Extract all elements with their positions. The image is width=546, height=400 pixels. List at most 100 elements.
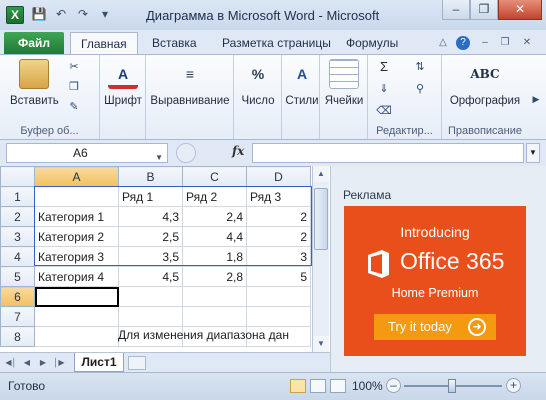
cell[interactable]: 3,5 xyxy=(118,246,183,267)
cell[interactable] xyxy=(34,326,119,347)
select-all-corner[interactable] xyxy=(0,166,35,187)
cell[interactable]: 4,5 xyxy=(118,266,183,287)
row-header[interactable]: 3 xyxy=(0,226,35,247)
expand-formula-icon[interactable]: ▼ xyxy=(526,143,540,163)
tab-formulas[interactable]: Формулы xyxy=(336,32,408,54)
minimize-ribbon-icon[interactable]: △ xyxy=(436,36,450,50)
find-icon[interactable]: ⚲ xyxy=(412,81,428,97)
row-header[interactable]: 8 xyxy=(0,326,35,347)
cell[interactable]: Категория 2 xyxy=(34,226,119,247)
help-icon[interactable]: ? xyxy=(456,36,470,50)
cell[interactable] xyxy=(182,286,247,307)
sort-filter-icon[interactable]: ⇅ xyxy=(412,59,428,75)
alignment-button[interactable]: ≡ Выравнивание xyxy=(150,59,230,107)
ribbon-scroll-right-icon[interactable]: ▶ xyxy=(528,91,544,107)
scroll-thumb[interactable] xyxy=(314,188,328,250)
try-it-today-button[interactable]: Try it today ➜ xyxy=(374,314,496,340)
row-header[interactable]: 5 xyxy=(0,266,35,287)
cell[interactable]: 2 xyxy=(246,206,311,227)
cell[interactable]: Ряд 3 xyxy=(246,186,311,207)
cell[interactable] xyxy=(246,286,311,307)
tab-home[interactable]: Главная xyxy=(70,32,138,54)
customize-icon[interactable]: ▾ xyxy=(96,5,114,23)
zoom-out-icon[interactable]: – xyxy=(386,378,401,393)
cell[interactable]: 5 xyxy=(246,266,311,287)
page-layout-view-icon[interactable] xyxy=(310,379,326,393)
vertical-scrollbar[interactable]: ▲ ▼ xyxy=(312,166,329,352)
column-header[interactable]: C xyxy=(182,166,247,187)
row-header[interactable]: 1 xyxy=(0,186,35,207)
cell[interactable]: Ряд 1 xyxy=(118,186,183,207)
zoom-level[interactable]: 100% xyxy=(352,379,383,393)
cells-button[interactable]: Ячейки xyxy=(324,59,364,107)
cell[interactable]: Категория 1 xyxy=(34,206,119,227)
undo-icon[interactable]: ↶ xyxy=(52,5,70,23)
tab-file[interactable]: Файл xyxy=(4,32,64,54)
doc-minimize-icon[interactable]: – xyxy=(478,36,492,50)
normal-view-icon[interactable] xyxy=(290,379,306,393)
last-sheet-icon[interactable]: │▶ xyxy=(52,356,66,370)
excel-app-icon[interactable]: X xyxy=(6,6,24,24)
scroll-up-icon[interactable]: ▲ xyxy=(313,166,329,182)
cell[interactable] xyxy=(182,306,247,327)
spelling-button[interactable]: ABC Орфография xyxy=(446,59,524,107)
cell[interactable]: Категория 3 xyxy=(34,246,119,267)
office365-ad[interactable]: Introducing Office 365 Home Premium Try … xyxy=(344,206,526,356)
copy-icon[interactable]: ❐ xyxy=(66,79,82,95)
cell[interactable]: 4,4 xyxy=(182,226,247,247)
column-header[interactable]: D xyxy=(246,166,311,187)
tab-insert[interactable]: Вставка xyxy=(142,32,207,54)
cell[interactable]: 2,5 xyxy=(118,226,183,247)
formula-input[interactable] xyxy=(252,143,524,163)
doc-close-icon[interactable]: ✕ xyxy=(520,36,534,50)
sheet-tab-active[interactable]: Лист1 xyxy=(74,353,124,372)
cell[interactable]: Ряд 2 xyxy=(182,186,247,207)
row-header[interactable]: 6 xyxy=(0,286,35,307)
number-button[interactable]: % Число xyxy=(238,59,278,107)
autosum-icon[interactable]: Σ xyxy=(376,59,392,75)
first-sheet-icon[interactable]: ◀│ xyxy=(4,356,18,370)
cell[interactable] xyxy=(34,306,119,327)
zoom-in-icon[interactable]: + xyxy=(506,378,521,393)
cell[interactable]: 1,8 xyxy=(182,246,247,267)
cell[interactable] xyxy=(246,306,311,327)
cell[interactable]: 2 xyxy=(246,226,311,247)
cell[interactable] xyxy=(34,186,119,207)
redo-icon[interactable]: ↷ xyxy=(74,5,92,23)
insert-sheet-icon[interactable] xyxy=(128,356,146,370)
restore-icon[interactable]: ❐ xyxy=(470,0,498,20)
zoom-slider-thumb[interactable] xyxy=(448,379,456,393)
tab-page-layout[interactable]: Разметка страницы xyxy=(212,32,341,54)
next-sheet-icon[interactable]: ▶ xyxy=(36,356,50,370)
cell[interactable]: 3 xyxy=(246,246,311,267)
styles-button[interactable]: A Стили xyxy=(284,59,320,107)
name-box[interactable]: A6 ▼ xyxy=(6,143,168,163)
cell[interactable]: 4,3 xyxy=(118,206,183,227)
format-painter-icon[interactable]: ✎ xyxy=(66,99,82,115)
cell[interactable]: 2,4 xyxy=(182,206,247,227)
row-header[interactable]: 2 xyxy=(0,206,35,227)
prev-sheet-icon[interactable]: ◀ xyxy=(20,356,34,370)
active-cell[interactable] xyxy=(34,286,119,307)
row-header[interactable]: 4 xyxy=(0,246,35,267)
minimize-icon[interactable]: – xyxy=(442,0,470,20)
clear-icon[interactable]: ⌫ xyxy=(376,103,392,119)
page-break-view-icon[interactable] xyxy=(330,379,346,393)
fill-icon[interactable]: ⇓ xyxy=(376,81,392,97)
column-header[interactable]: A xyxy=(34,166,119,187)
cell[interactable]: 2,8 xyxy=(182,266,247,287)
insert-function-icon[interactable]: fx xyxy=(232,144,244,158)
doc-restore-icon[interactable]: ❐ xyxy=(498,36,512,50)
paste-button[interactable]: Вставить xyxy=(10,59,59,107)
chevron-down-icon[interactable]: ▼ xyxy=(155,149,163,167)
save-icon[interactable]: 💾 xyxy=(30,5,48,23)
cell[interactable] xyxy=(118,306,183,327)
column-header[interactable]: B xyxy=(118,166,183,187)
cell[interactable]: Категория 4 xyxy=(34,266,119,287)
row-header[interactable]: 7 xyxy=(0,306,35,327)
scroll-down-icon[interactable]: ▼ xyxy=(313,336,329,352)
cut-icon[interactable]: ✂ xyxy=(66,59,82,75)
cell[interactable] xyxy=(118,286,183,307)
font-button[interactable]: A Шрифт xyxy=(104,59,142,107)
close-icon[interactable]: ✕ xyxy=(498,0,542,20)
